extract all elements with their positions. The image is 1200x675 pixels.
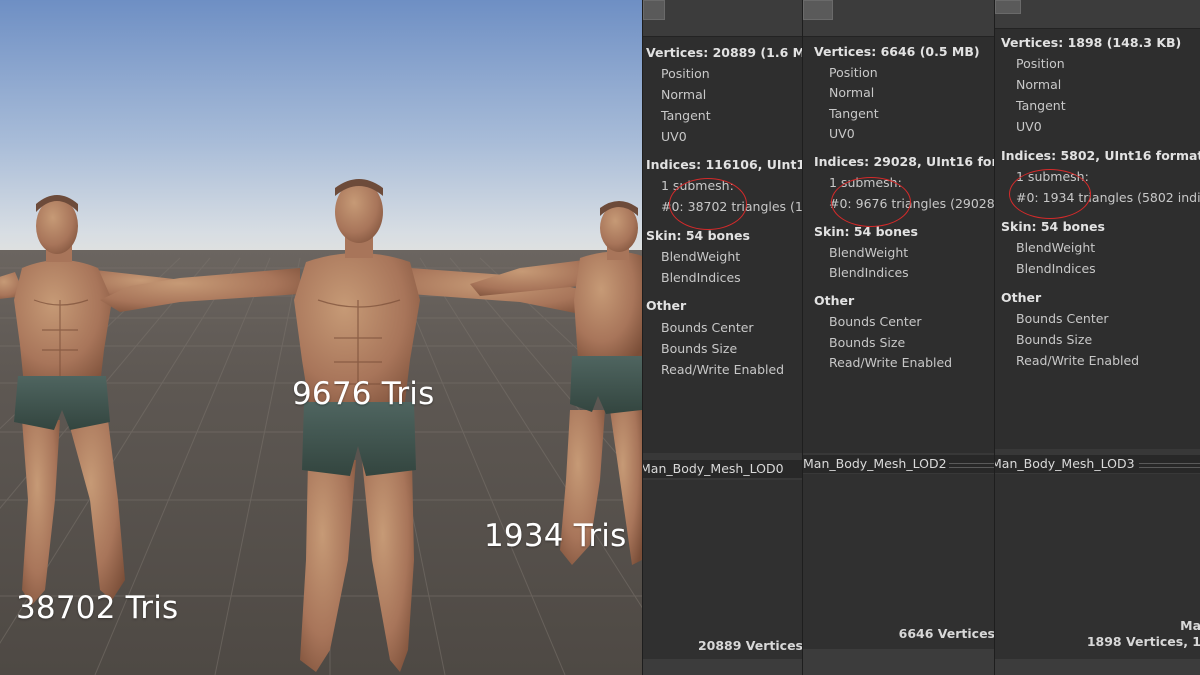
other-header: Other — [814, 293, 855, 308]
skin-blendweight: BlendWeight — [661, 249, 741, 264]
attr-tangent: Tangent — [661, 108, 711, 123]
mesh-info-section: Vertices: 1898 (148.3 KB) Position Norma… — [995, 28, 1200, 449]
attr-normal: Normal — [661, 87, 707, 102]
mesh-thumbnail-icon[interactable] — [643, 0, 665, 20]
mesh-name-label: Man_Body_Mesh_LOD0 — [642, 461, 784, 476]
highlight-circle — [1009, 169, 1091, 219]
vertices-header: Vertices: 20889 (1.6 MB) — [646, 45, 803, 60]
attr-uv0: UV0 — [1016, 119, 1042, 134]
vertex-count-footer: 20889 Vertices — [697, 638, 803, 653]
mesh-inspector-lod0: Vertices: 20889 (1.6 MB) Position Normal… — [642, 0, 803, 675]
read-write-enabled: Read/Write Enabled — [1016, 353, 1140, 368]
mesh-info-section: Vertices: 6646 (0.5 MB) Position Normal … — [803, 36, 995, 453]
vertices-header: Vertices: 1898 (148.3 KB) — [1001, 35, 1182, 50]
skin-blendweight: BlendWeight — [829, 245, 909, 260]
mesh-preview[interactable]: Ma 1898 Vertices, 1 — [995, 474, 1200, 660]
highlight-circle — [831, 177, 911, 227]
indices-header: Indices: 29028, UInt16 format — [814, 154, 995, 169]
vertex-count-footer: 6646 Vertices — [898, 626, 995, 641]
inspector-header — [643, 0, 803, 36]
bounds-center: Bounds Center — [661, 320, 754, 335]
bottom-strip — [995, 659, 1200, 675]
attr-tangent: Tangent — [1016, 98, 1066, 113]
skin-blendindices: BlendIndices — [829, 265, 909, 280]
attr-uv0: UV0 — [661, 129, 687, 144]
attr-tangent: Tangent — [829, 106, 879, 121]
tris-label-lod3: 1934 Tris — [484, 518, 627, 554]
skin-header: Skin: 54 bones — [1001, 219, 1105, 234]
inspector-header — [803, 0, 995, 36]
attr-position: Position — [661, 66, 710, 81]
tris-label-lod0: 38702 Tris — [16, 590, 179, 626]
other-header: Other — [646, 298, 687, 313]
skin-blendindices: BlendIndices — [1016, 261, 1096, 276]
vertices-header: Vertices: 6646 (0.5 MB) — [814, 44, 980, 59]
mesh-inspector-lod3: Vertices: 1898 (148.3 KB) Position Norma… — [994, 0, 1200, 675]
mesh-thumbnail-icon[interactable] — [995, 0, 1021, 14]
preview-title-bar[interactable]: Man_Body_Mesh_LOD3 — [995, 455, 1200, 473]
mesh-name-label: Man_Body_Mesh_LOD2 — [803, 456, 947, 471]
mesh-thumbnail-icon[interactable] — [803, 0, 833, 20]
indices-header: Indices: 5802, UInt16 format (1 — [1001, 148, 1200, 163]
scene-render — [0, 0, 642, 675]
indices-header: Indices: 116106, UInt16 format — [646, 157, 803, 172]
scene-viewport[interactable]: 38702 Tris 9676 Tris 1934 Tris — [0, 0, 642, 675]
tris-label-lod2: 9676 Tris — [292, 376, 435, 412]
vertex-count-footer: 1898 Vertices, 1 — [1086, 634, 1200, 649]
mesh-preview[interactable]: 20889 Vertices — [643, 480, 803, 659]
read-write-enabled: Read/Write Enabled — [829, 355, 953, 370]
preview-title-bar[interactable]: Man_Body_Mesh_LOD2 — [803, 455, 995, 473]
bounds-size: Bounds Size — [829, 335, 906, 350]
skin-blendweight: BlendWeight — [1016, 240, 1096, 255]
skin-header: Skin: 54 bones — [646, 228, 750, 243]
highlight-circle — [669, 178, 747, 230]
preview-title-bar[interactable]: Man_Body_Mesh_LOD0 — [643, 460, 803, 478]
inspector-header — [995, 0, 1200, 28]
bounds-size: Bounds Size — [661, 341, 738, 356]
bottom-strip — [803, 649, 995, 675]
attr-uv0: UV0 — [829, 126, 855, 141]
mesh-name-label: Man_Body_Mesh_LOD3 — [994, 456, 1135, 471]
mesh-info-section: Vertices: 20889 (1.6 MB) Position Normal… — [643, 36, 803, 453]
attr-normal: Normal — [1016, 77, 1062, 92]
bounds-center: Bounds Center — [1016, 311, 1109, 326]
bounds-size: Bounds Size — [1016, 332, 1093, 347]
bounds-center: Bounds Center — [829, 314, 922, 329]
bottom-strip — [643, 659, 803, 675]
attr-position: Position — [1016, 56, 1065, 71]
mesh-inspector-lod2: Vertices: 6646 (0.5 MB) Position Normal … — [802, 0, 995, 675]
mesh-preview[interactable]: 6646 Vertices — [803, 474, 995, 649]
read-write-enabled: Read/Write Enabled — [661, 362, 785, 377]
attr-normal: Normal — [829, 85, 875, 100]
skin-blendindices: BlendIndices — [661, 270, 741, 285]
attr-position: Position — [829, 65, 878, 80]
other-header: Other — [1001, 290, 1042, 305]
preview-title-fragment: Ma — [1180, 618, 1200, 633]
